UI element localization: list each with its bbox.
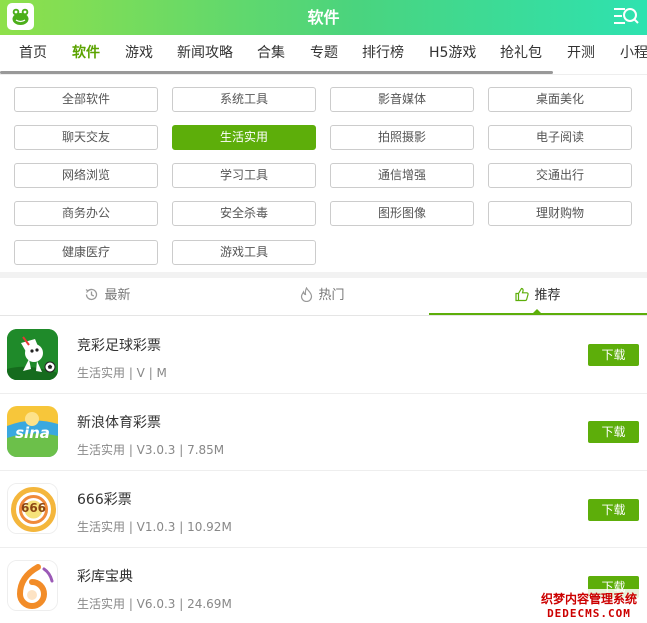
watermark: 织梦内容管理系统 DEDECMS.COM	[538, 589, 639, 621]
list-item[interactable]: sina 新浪体育彩票 生活实用 | V3.0.3 | 7.85M 下载	[0, 394, 647, 471]
app-meta: 生活实用 | V3.0.3 | 7.85M	[77, 443, 225, 457]
sina-logo-text: sina	[15, 424, 50, 442]
category-study[interactable]: 学习工具	[172, 163, 316, 188]
category-chat[interactable]: 聊天交友	[14, 125, 158, 150]
category-business[interactable]: 商务办公	[14, 201, 158, 226]
category-finance[interactable]: 理财购物	[488, 201, 632, 226]
nav-item-h5-games[interactable]: H5游戏	[429, 35, 476, 71]
nav-item-home[interactable]: 首页	[19, 35, 47, 71]
clock-history-icon	[86, 288, 98, 301]
category-system-tools[interactable]: 系统工具	[172, 87, 316, 112]
watermark-line2: DEDECMS.COM	[547, 607, 631, 620]
list-item[interactable]: 竞彩足球彩票 生活实用 | V | M 下载	[0, 317, 647, 394]
download-button[interactable]: 下载	[588, 344, 639, 366]
nav-divider	[0, 74, 647, 75]
list-item[interactable]: 666 666彩票 生活实用 | V1.0.3 | 10.92M 下载	[0, 471, 647, 548]
thumbs-up-icon	[515, 287, 530, 302]
category-all[interactable]: 全部软件	[14, 87, 158, 112]
nav-item-gift[interactable]: 抢礼包	[500, 35, 542, 71]
flame-icon	[301, 286, 313, 303]
category-reading[interactable]: 电子阅读	[488, 125, 632, 150]
download-button[interactable]: 下载	[588, 499, 639, 521]
tab-recommend[interactable]: 推荐	[429, 278, 647, 315]
category-communication[interactable]: 通信增强	[330, 163, 474, 188]
main-nav: 首页 软件 游戏 新闻攻略 合集 专题 排行榜 H5游戏 抢礼包 开测 小程	[0, 35, 647, 73]
nav-item-topics[interactable]: 专题	[310, 35, 338, 71]
tab-hot-label: 热门	[318, 288, 345, 303]
nav-item-software[interactable]: 软件	[72, 35, 100, 71]
category-graphics[interactable]: 图形图像	[330, 201, 474, 226]
app-name[interactable]: 666彩票	[77, 489, 132, 509]
category-game-tools[interactable]: 游戏工具	[172, 240, 316, 265]
tab-hot[interactable]: 热门	[215, 278, 430, 315]
666-logo-text: 666	[20, 501, 47, 515]
app-meta: 生活实用 | V1.0.3 | 10.92M	[77, 520, 232, 534]
nav-item-mini-program[interactable]: 小程	[620, 35, 647, 71]
tab-recommend-label: 推荐	[534, 288, 561, 303]
active-tab-indicator	[532, 309, 542, 314]
app-icon-sina-sports: sina	[7, 406, 58, 457]
category-desktop[interactable]: 桌面美化	[488, 87, 632, 112]
download-button[interactable]: 下载	[588, 421, 639, 443]
category-browser[interactable]: 网络浏览	[14, 163, 158, 188]
app-icon-football	[7, 329, 58, 380]
page-title: 软件	[307, 8, 340, 27]
watermark-line1: 织梦内容管理系统	[540, 592, 637, 606]
app-meta: 生活实用 | V6.0.3 | 24.69M	[77, 597, 232, 611]
nav-item-news[interactable]: 新闻攻略	[177, 35, 233, 71]
menu-search-icon[interactable]	[613, 6, 639, 28]
sort-tabs: 最新 热门 推荐	[0, 278, 647, 316]
category-life[interactable]: 生活实用	[172, 125, 316, 150]
app-name[interactable]: 彩库宝典	[77, 566, 133, 586]
category-travel[interactable]: 交通出行	[488, 163, 632, 188]
nav-item-beta[interactable]: 开测	[567, 35, 595, 71]
app-name[interactable]: 竞彩足球彩票	[77, 335, 161, 355]
nav-item-ranking[interactable]: 排行榜	[362, 35, 404, 71]
app-meta: 生活实用 | V | M	[77, 366, 167, 380]
category-security[interactable]: 安全杀毒	[172, 201, 316, 226]
app-header: 软件	[0, 0, 647, 35]
nav-item-collections[interactable]: 合集	[257, 35, 285, 71]
tab-latest-label: 最新	[104, 288, 131, 303]
app-name[interactable]: 新浪体育彩票	[77, 412, 161, 432]
category-photo[interactable]: 拍照摄影	[330, 125, 474, 150]
nav-item-games[interactable]: 游戏	[125, 35, 153, 71]
tab-latest[interactable]: 最新	[0, 278, 215, 315]
app-icon-666-lottery: 666	[7, 483, 58, 534]
category-health[interactable]: 健康医疗	[14, 240, 158, 265]
app-icon-caiku	[7, 560, 58, 611]
category-media[interactable]: 影音媒体	[330, 87, 474, 112]
